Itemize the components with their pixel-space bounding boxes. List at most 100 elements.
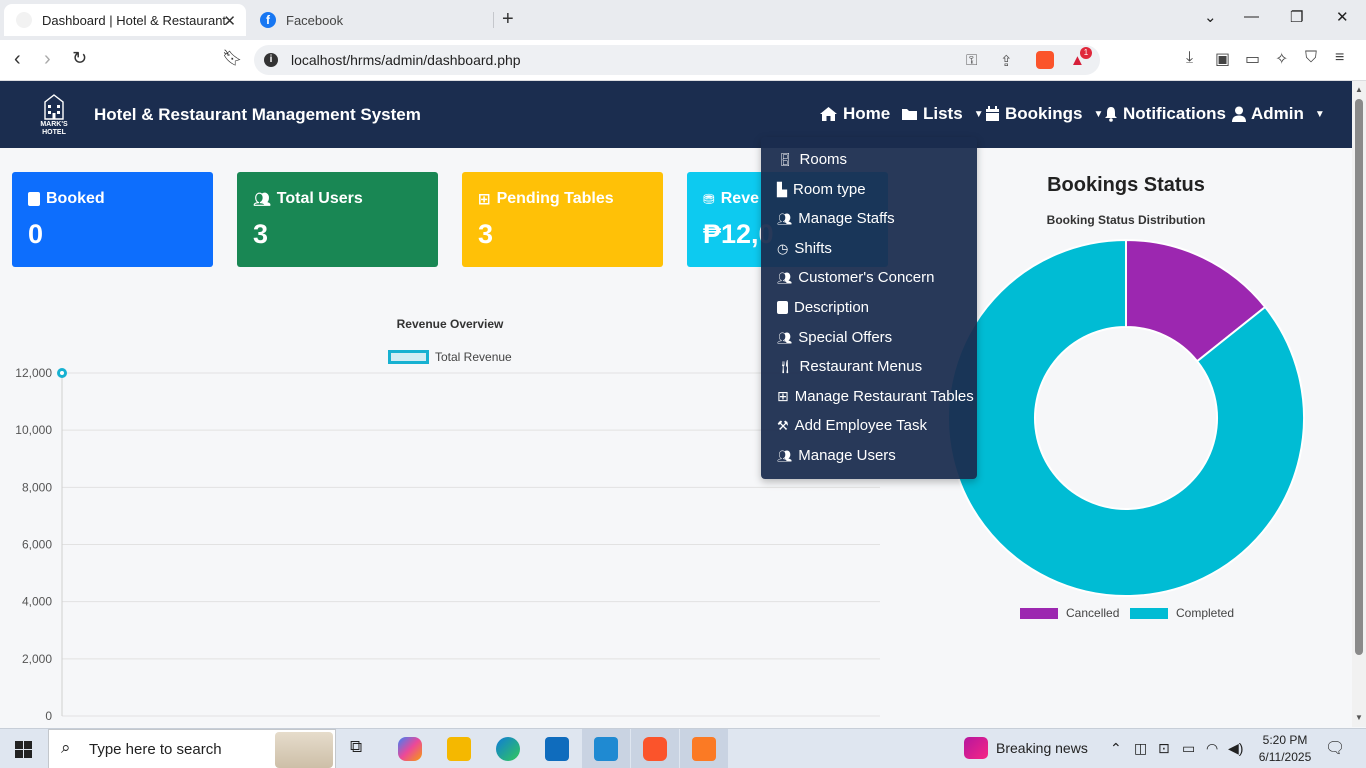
menu-item-manage-users[interactable]: 👥︎ Manage Users <box>777 447 896 464</box>
tab-facebook[interactable]: f Facebook <box>252 4 492 36</box>
clock-time: 5:20 PM <box>1262 733 1308 747</box>
window-close-icon[interactable]: ✕ <box>1336 8 1349 26</box>
new-tab-icon[interactable]: + <box>502 8 514 31</box>
vpn-icon[interactable]: ⛉ <box>1305 49 1317 67</box>
taskbar-clock[interactable]: 5:20 PM 6/11/2025 <box>1252 732 1318 766</box>
menu-item-room-type[interactable]: ▙ Room type <box>777 181 866 198</box>
wifi-icon[interactable]: ◠ <box>1206 740 1218 757</box>
outlook-icon[interactable] <box>545 737 569 761</box>
copilot-icon[interactable] <box>398 737 422 761</box>
menu-item-add-employee-task[interactable]: ⚒ Add Employee Task <box>777 417 927 434</box>
brand-title[interactable]: Hotel & Restaurant Management System <box>94 105 421 125</box>
menu-item-label: Special Offers <box>798 329 893 346</box>
app-navbar: MARK'S HOTEL Hotel & Restaurant Manageme… <box>0 81 1352 148</box>
nav-lists-label: Lists <box>923 104 963 123</box>
page-scrollbar[interactable]: ▲ ▼ <box>1352 81 1366 727</box>
menu-item-restaurant-menus[interactable]: 🍴︎ Restaurant Menus <box>777 358 922 375</box>
onedrive-icon[interactable]: ⊡ <box>1158 740 1170 757</box>
battery-icon[interactable]: ▭ <box>1182 740 1195 757</box>
hammer-icon: ⚒ <box>777 417 789 433</box>
windows-start-icon[interactable] <box>15 741 32 758</box>
download-icon[interactable]: ⤓ <box>1186 49 1193 67</box>
legend-swatch-completed[interactable] <box>1130 608 1168 619</box>
menu-item-label: Description <box>794 299 870 316</box>
caret-down-icon: ▼ <box>973 108 984 120</box>
facebook-icon: f <box>260 12 276 28</box>
tab-dashboard[interactable]: Dashboard | Hotel & Restaurant ✕ <box>4 4 246 36</box>
reload-icon[interactable]: ↻ <box>72 48 87 69</box>
y-tick-label: 6,000 <box>22 538 52 552</box>
site-info-icon[interactable]: i <box>264 53 278 67</box>
legend-swatch-cancelled[interactable] <box>1020 608 1058 619</box>
volume-icon[interactable]: ◀︎) <box>1228 740 1243 757</box>
menu-item-rooms[interactable]: 🚪︎ Rooms <box>777 151 847 168</box>
meet-now-icon[interactable]: ◫ <box>1134 740 1147 757</box>
tray-chevron-up-icon[interactable]: ⌃ <box>1110 740 1122 757</box>
vscode-icon[interactable] <box>594 737 618 761</box>
wallet-icon[interactable]: ▭ <box>1245 49 1260 69</box>
legend-label-completed[interactable]: Completed <box>1176 606 1234 620</box>
menu-item-manage-restaurant-tables[interactable]: ⊞ Manage Restaurant Tables <box>777 388 974 405</box>
nav-bookings[interactable]: Bookings ▼ <box>985 104 1103 124</box>
clock-date: 6/11/2025 <box>1258 750 1312 764</box>
book-icon <box>777 301 788 314</box>
tab-list-chevron-icon[interactable]: ⌄ <box>1204 8 1217 26</box>
sidebar-icon[interactable]: ▣ <box>1215 49 1230 69</box>
url-text[interactable]: localhost/hrms/admin/dashboard.php <box>291 52 521 68</box>
scrollbar-thumb[interactable] <box>1355 99 1363 655</box>
menu-item-shifts[interactable]: ◷ Shifts <box>777 240 832 257</box>
news-icon[interactable] <box>964 737 988 759</box>
nav-home[interactable]: Home <box>819 104 890 124</box>
y-tick-label: 8,000 <box>22 480 52 494</box>
browser-toolbar: ‹ › ↻ 🔖︎ i localhost/hrms/admin/dashboar… <box>0 40 1366 81</box>
brave-icon[interactable] <box>643 737 667 761</box>
menu-icon[interactable]: ≡ <box>1335 49 1344 67</box>
menu-item-customers-concern[interactable]: 👥︎ Customer's Concern <box>777 269 934 286</box>
caret-down-icon: ▼ <box>1093 108 1104 120</box>
bookmark-icon[interactable]: 🔖︎ <box>222 48 242 68</box>
nav-lists[interactable]: Lists ▼ <box>901 104 984 124</box>
menu-item-description[interactable]: Description <box>777 299 869 316</box>
leo-ai-icon[interactable]: ✧ <box>1275 49 1288 69</box>
taskbar-search[interactable]: ⌕ Type here to search <box>48 729 336 768</box>
news-ticker[interactable]: Breaking news <box>996 740 1088 756</box>
nav-notifications[interactable]: Notifications <box>1104 104 1226 124</box>
share-icon[interactable]: ⇪ <box>1000 52 1013 70</box>
card-total-users[interactable]: 👥︎ Total Users 3 <box>237 172 438 267</box>
logo-text: MARK'S HOTEL <box>40 121 68 136</box>
notification-center-icon[interactable]: 🗨︎ <box>1325 738 1345 758</box>
nav-admin[interactable]: Admin ▼ <box>1232 104 1325 124</box>
key-icon[interactable]: ⚿ <box>966 52 977 69</box>
back-icon[interactable]: ‹ <box>14 48 21 71</box>
legend-label-cancelled[interactable]: Cancelled <box>1066 606 1119 620</box>
xampp-icon[interactable] <box>692 737 716 761</box>
close-icon[interactable]: ✕ <box>223 12 236 30</box>
user-icon <box>1232 106 1246 122</box>
menu-item-manage-staffs[interactable]: 👥︎ Manage Staffs <box>777 210 895 227</box>
menu-item-special-offers[interactable]: 👥︎ Special Offers <box>777 329 892 346</box>
file-explorer-icon[interactable] <box>447 737 471 761</box>
card-booked[interactable]: Booked 0 <box>12 172 213 267</box>
card-title: Total Users <box>276 190 363 207</box>
menu-item-label: Customer's Concern <box>798 269 935 286</box>
edge-icon[interactable] <box>496 737 520 761</box>
card-pending-tables[interactable]: ⊞ Pending Tables 3 <box>462 172 663 267</box>
scroll-down-icon[interactable]: ▼ <box>1355 713 1363 722</box>
menu-item-label: Rooms <box>799 151 848 168</box>
address-bar[interactable]: i localhost/hrms/admin/dashboard.php ⚿ ⇪… <box>254 45 1100 75</box>
nav-notifications-label: Notifications <box>1123 104 1226 123</box>
bookings-donut-chart[interactable]: Cancelled Completed <box>946 234 1306 634</box>
task-view-icon[interactable]: ⧉ <box>350 737 362 757</box>
menu-item-label: Manage Restaurant Tables <box>794 388 974 405</box>
data-point[interactable] <box>57 368 67 378</box>
menu-item-label: Restaurant Menus <box>799 358 923 375</box>
users-icon: 👥︎ <box>777 270 793 285</box>
scroll-up-icon[interactable]: ▲ <box>1355 85 1363 94</box>
menu-item-label: Room type <box>793 181 866 198</box>
brave-shield-icon[interactable] <box>1036 51 1054 69</box>
forward-icon[interactable]: › <box>44 48 51 71</box>
restore-icon[interactable]: ❐ <box>1290 8 1303 26</box>
windows-taskbar: ⌕ Type here to search ⧉ Breaking news ⌃ … <box>0 728 1366 768</box>
minimize-icon[interactable]: — <box>1244 8 1259 25</box>
caret-down-icon: ▼ <box>1314 108 1325 120</box>
